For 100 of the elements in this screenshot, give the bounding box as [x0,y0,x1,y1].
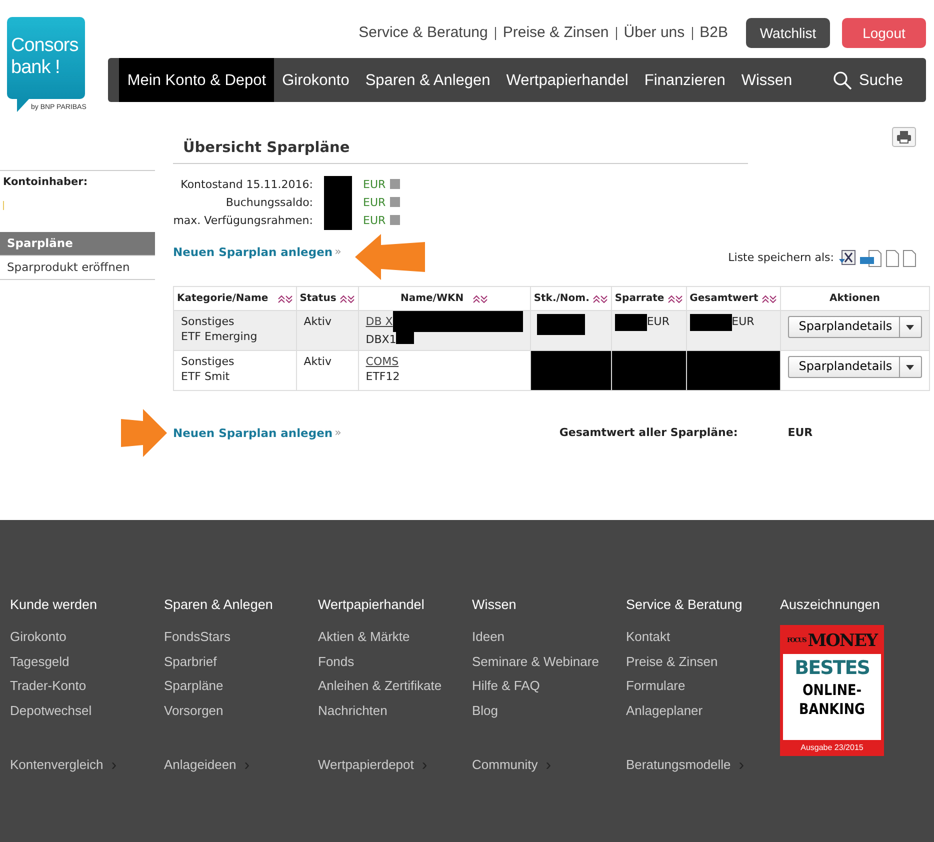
footer-link[interactable]: Anlageideen [164,753,236,778]
document-icon[interactable] [903,250,916,267]
badge-brand: MONEY [808,630,878,654]
watchlist-button[interactable]: Watchlist [746,18,830,48]
wkn-text: ETF12 [366,369,400,384]
search-icon[interactable] [833,70,852,90]
balance-label: Kontostand 15.11.2016: [180,177,313,194]
footer-link[interactable]: Trader-Konto [10,674,164,699]
caret-icon [906,324,914,330]
info-icon[interactable] [390,179,400,190]
footer-link[interactable]: Girokonto [10,625,164,650]
logout-button[interactable]: Logout [842,18,926,48]
chevron-icon: › [422,754,428,778]
document-icon[interactable] [886,250,899,267]
top-link[interactable]: B2B [700,22,728,44]
product-link[interactable]: COMS [366,354,399,370]
chevron-icon: » [334,244,342,261]
footer-link[interactable]: Sparpläne [164,674,318,699]
footer-link[interactable]: Kontakt [626,625,780,650]
plan-name: ETF Smit [181,369,231,384]
footer-link[interactable]: Preise & Zinsen [626,650,780,674]
footer-heading: Wissen [472,596,518,614]
badge-subline: ONLINE-BANKING [798,681,866,720]
footer-link[interactable]: FondsStars [164,625,318,650]
footer-link[interactable]: Anleihen & Zertifikate [318,674,472,699]
currency-label: EUR [363,178,386,192]
excel-export-icon[interactable] [838,250,856,267]
annotation-arrow [355,234,426,280]
print-icon[interactable] [892,127,916,147]
status-text: Aktiv [304,355,332,368]
top-link[interactable]: Preise & Zinsen [502,22,609,44]
sort-icon[interactable] [473,294,488,303]
status-text: Aktiv [304,315,332,328]
logo-tail-icon [17,99,29,112]
plan-name: ETF Emerging [181,329,258,344]
chevron-icon: › [738,754,744,778]
logo-text[interactable]: Consors bank ! [11,35,85,79]
sort-icon[interactable] [762,294,777,303]
action-dropdown[interactable]: Sparplandetails [788,356,922,378]
badge-issue: Ausgabe 23/2015 [800,742,864,754]
footer-link[interactable]: Fonds [318,650,472,674]
footer-link[interactable]: Aktien & Märkte [318,625,472,650]
balance-label: max. Verfügungsrahmen: [173,213,313,230]
footer-link[interactable]: Formulare [626,674,780,699]
footer-heading: Service & Beratung [626,596,744,614]
footer-link[interactable]: Ideen [472,625,626,650]
new-plan-link[interactable]: Neuen Sparplan anlegen [173,424,333,442]
footer-link[interactable]: Kontenvergleich [10,753,104,778]
top-link[interactable]: Über uns [624,22,685,44]
footer-link[interactable]: Depotwechsel [10,698,164,724]
action-dropdown[interactable]: Sparplandetails [788,316,922,338]
caret-icon [906,364,914,370]
product-link[interactable]: DB X [366,314,393,332]
footer-heading: Kunde werden [10,596,98,614]
chevron-icon: › [244,754,250,778]
sort-icon[interactable] [278,294,293,303]
footer-link[interactable]: Seminare & Webinare [472,650,626,674]
footer-link[interactable]: Tagesgeld [10,650,164,674]
nav-item[interactable]: Wissen [733,58,800,102]
search-label[interactable]: Suche [852,58,911,102]
nav-item[interactable]: Mein Konto & Depot [119,58,274,102]
sort-icon[interactable] [592,294,608,303]
footer-link[interactable]: Wertpapierdepot [318,753,414,778]
category-text: Sonstiges [181,354,236,370]
sidebar-item[interactable]: Sparprodukt eröffnen [0,256,155,280]
logo[interactable]: Consors bank ! [7,17,85,99]
chevron-icon: › [546,754,552,778]
new-plan-link[interactable]: Neuen Sparplan anlegen [173,244,333,262]
grand-total-currency: EUR [788,425,813,442]
top-link[interactable]: Service & Beratung [358,22,488,44]
footer-link[interactable]: Vorsorgen [164,698,318,724]
footer-link[interactable]: Hilfe & FAQ [472,674,626,699]
wkn-text: DBX1 [366,332,396,348]
footer-link[interactable]: Community [472,753,538,778]
currency-label: EUR [732,314,754,330]
footer-link[interactable]: Sparbrief [164,650,318,674]
info-icon[interactable] [390,215,400,226]
footer-heading: Auszeichnungen [780,596,881,614]
balance-label: Buchungssaldo: [224,195,313,212]
footer-link[interactable]: Blog [472,698,626,724]
column-header[interactable]: Name/WKN [400,293,464,304]
column-header[interactable]: Aktionen [830,293,880,304]
pdf-export-icon[interactable] [860,250,882,267]
sort-icon[interactable] [340,294,355,303]
sort-icon[interactable] [668,294,683,303]
footer-link[interactable]: Nachrichten [318,698,472,724]
footer-heading: Sparen & Anlegen [164,596,274,614]
footer-link[interactable]: Beratungsmodelle [626,753,731,778]
nav-item[interactable]: Finanzieren [636,58,734,102]
nav-item[interactable]: Girokonto [274,58,358,102]
badge-headline: BESTES [794,658,870,680]
redacted-block [324,176,352,230]
info-icon[interactable] [390,197,400,208]
nav-item[interactable]: Wertpapierhandel [498,58,636,102]
footer-link[interactable]: Anlageplaner [626,698,780,724]
category-text: Sonstiges [181,314,236,330]
footer-heading: Wertpapierhandel [318,596,426,614]
nav-item[interactable]: Sparen & Anlegen [357,58,498,102]
account-holder-label: Kontoinhaber: [0,170,155,195]
sidebar-item[interactable]: Sparpläne [0,232,155,256]
